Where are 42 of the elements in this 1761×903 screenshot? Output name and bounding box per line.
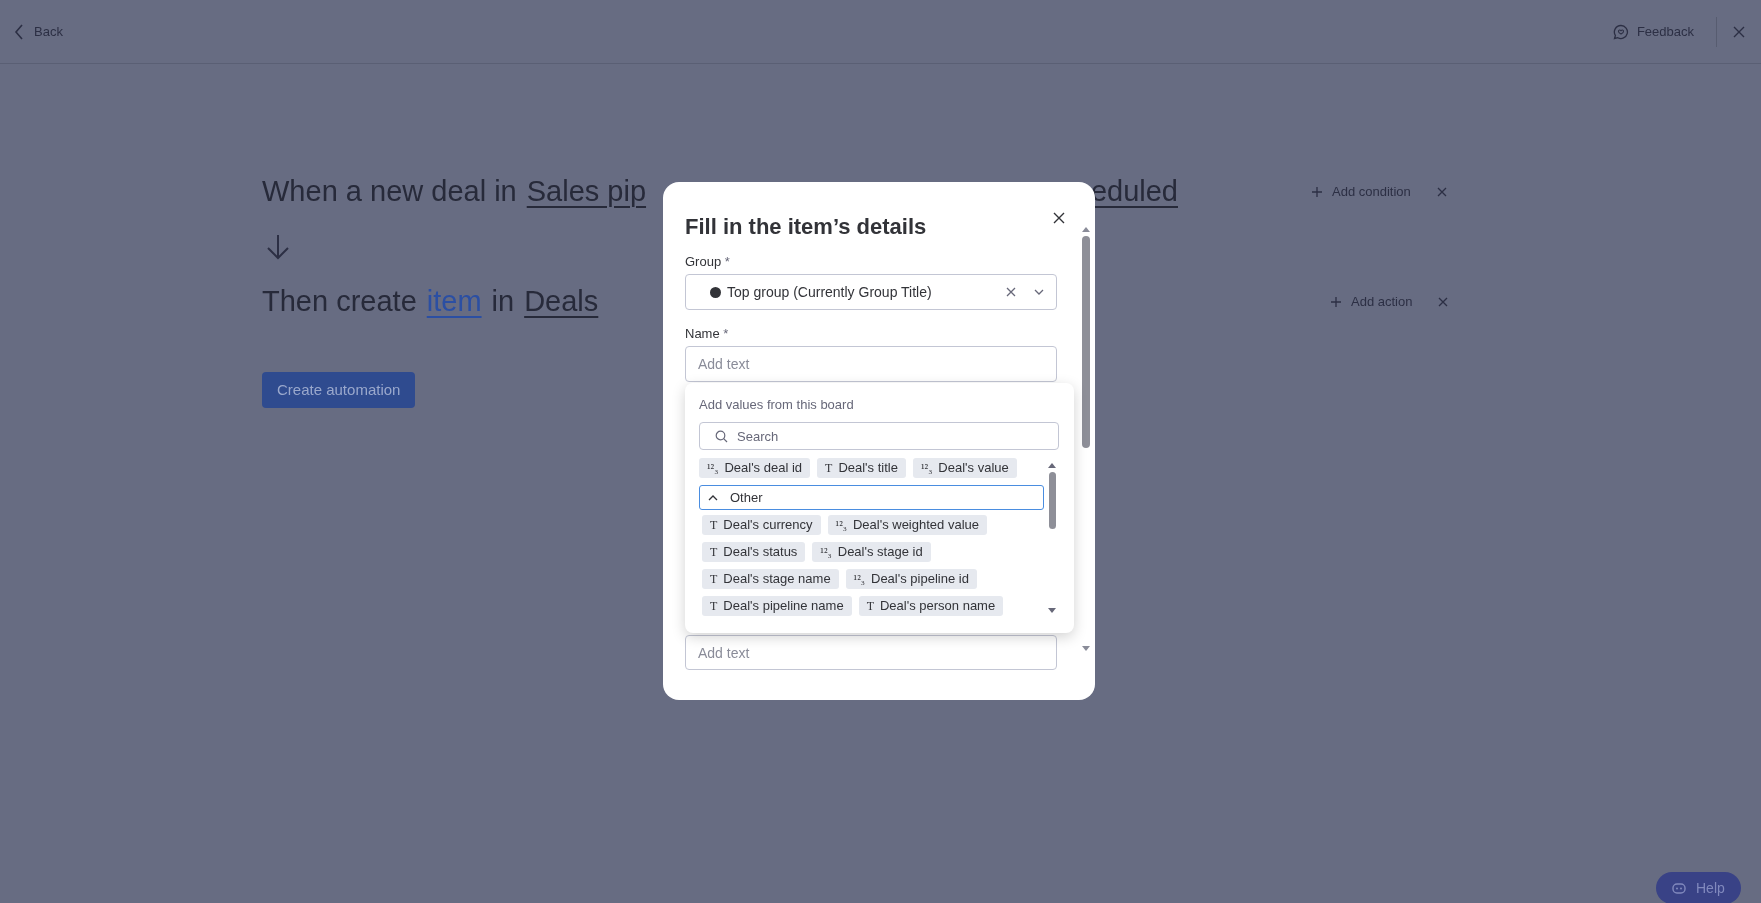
- section-header[interactable]: Other: [699, 485, 1044, 510]
- value-chip[interactable]: T Deal's pipeline name: [702, 596, 852, 616]
- scroll-down-icon[interactable]: [1082, 646, 1090, 652]
- sentence-text: in: [491, 284, 515, 320]
- arrow-down-icon: [266, 234, 290, 260]
- chevron-down-icon[interactable]: [1034, 289, 1044, 295]
- text-input-field[interactable]: Add text: [685, 635, 1057, 670]
- field-label: Name *: [685, 325, 730, 343]
- value-chip[interactable]: ¹²₃ Deal's pipeline id: [845, 569, 977, 589]
- scrollbar-thumb[interactable]: [1048, 472, 1056, 529]
- value-chip[interactable]: T Deal's person name: [858, 596, 1004, 616]
- clear-icon[interactable]: [1006, 287, 1016, 297]
- value-chip[interactable]: ¹²₃ Deal's stage id: [812, 542, 931, 562]
- chevron-left-icon: [14, 23, 24, 40]
- search-field[interactable]: Search: [699, 422, 1059, 450]
- name-input-field[interactable]: Add text: [685, 346, 1057, 382]
- field-label: Group *: [685, 253, 731, 271]
- chat-bubble-icon: [1612, 23, 1629, 40]
- group-select[interactable]: Top group (Currently Group Title): [685, 274, 1057, 310]
- plus-icon: [1312, 187, 1322, 197]
- value-chip[interactable]: T Deal's currency: [702, 515, 821, 535]
- value-chip[interactable]: ¹²₃ Deal's value: [912, 458, 1017, 478]
- create-automation-button[interactable]: Create automation: [262, 372, 416, 408]
- plus-icon: [1331, 297, 1341, 307]
- value-chip[interactable]: ¹²₃ Deal's deal id: [699, 458, 811, 478]
- value-chip[interactable]: T Deal's stage name: [702, 569, 839, 589]
- scroll-up-icon[interactable]: [1048, 462, 1056, 468]
- sentence-text: Then create: [262, 284, 417, 320]
- scroll-down-icon[interactable]: [1048, 608, 1056, 614]
- sentence-text: When a new deal in: [262, 174, 517, 210]
- value-chip[interactable]: T Deal's title: [817, 458, 906, 478]
- scroll-up-icon[interactable]: [1082, 226, 1090, 232]
- search-icon: [715, 430, 728, 443]
- dialog-title: Fill in the item’s details: [685, 213, 927, 241]
- popover-heading: Add values from this board: [699, 396, 855, 414]
- close-button[interactable]: [1051, 210, 1067, 226]
- chevron-up-icon: [708, 494, 718, 501]
- select-value: Top group (Currently Group Title): [727, 282, 932, 302]
- value-chip[interactable]: T Deal's status: [702, 542, 806, 562]
- scrollbar-thumb[interactable]: [1082, 236, 1090, 448]
- robot-icon: [1672, 882, 1686, 894]
- value-chip[interactable]: ¹²₃ Deal's weighted value: [827, 515, 987, 535]
